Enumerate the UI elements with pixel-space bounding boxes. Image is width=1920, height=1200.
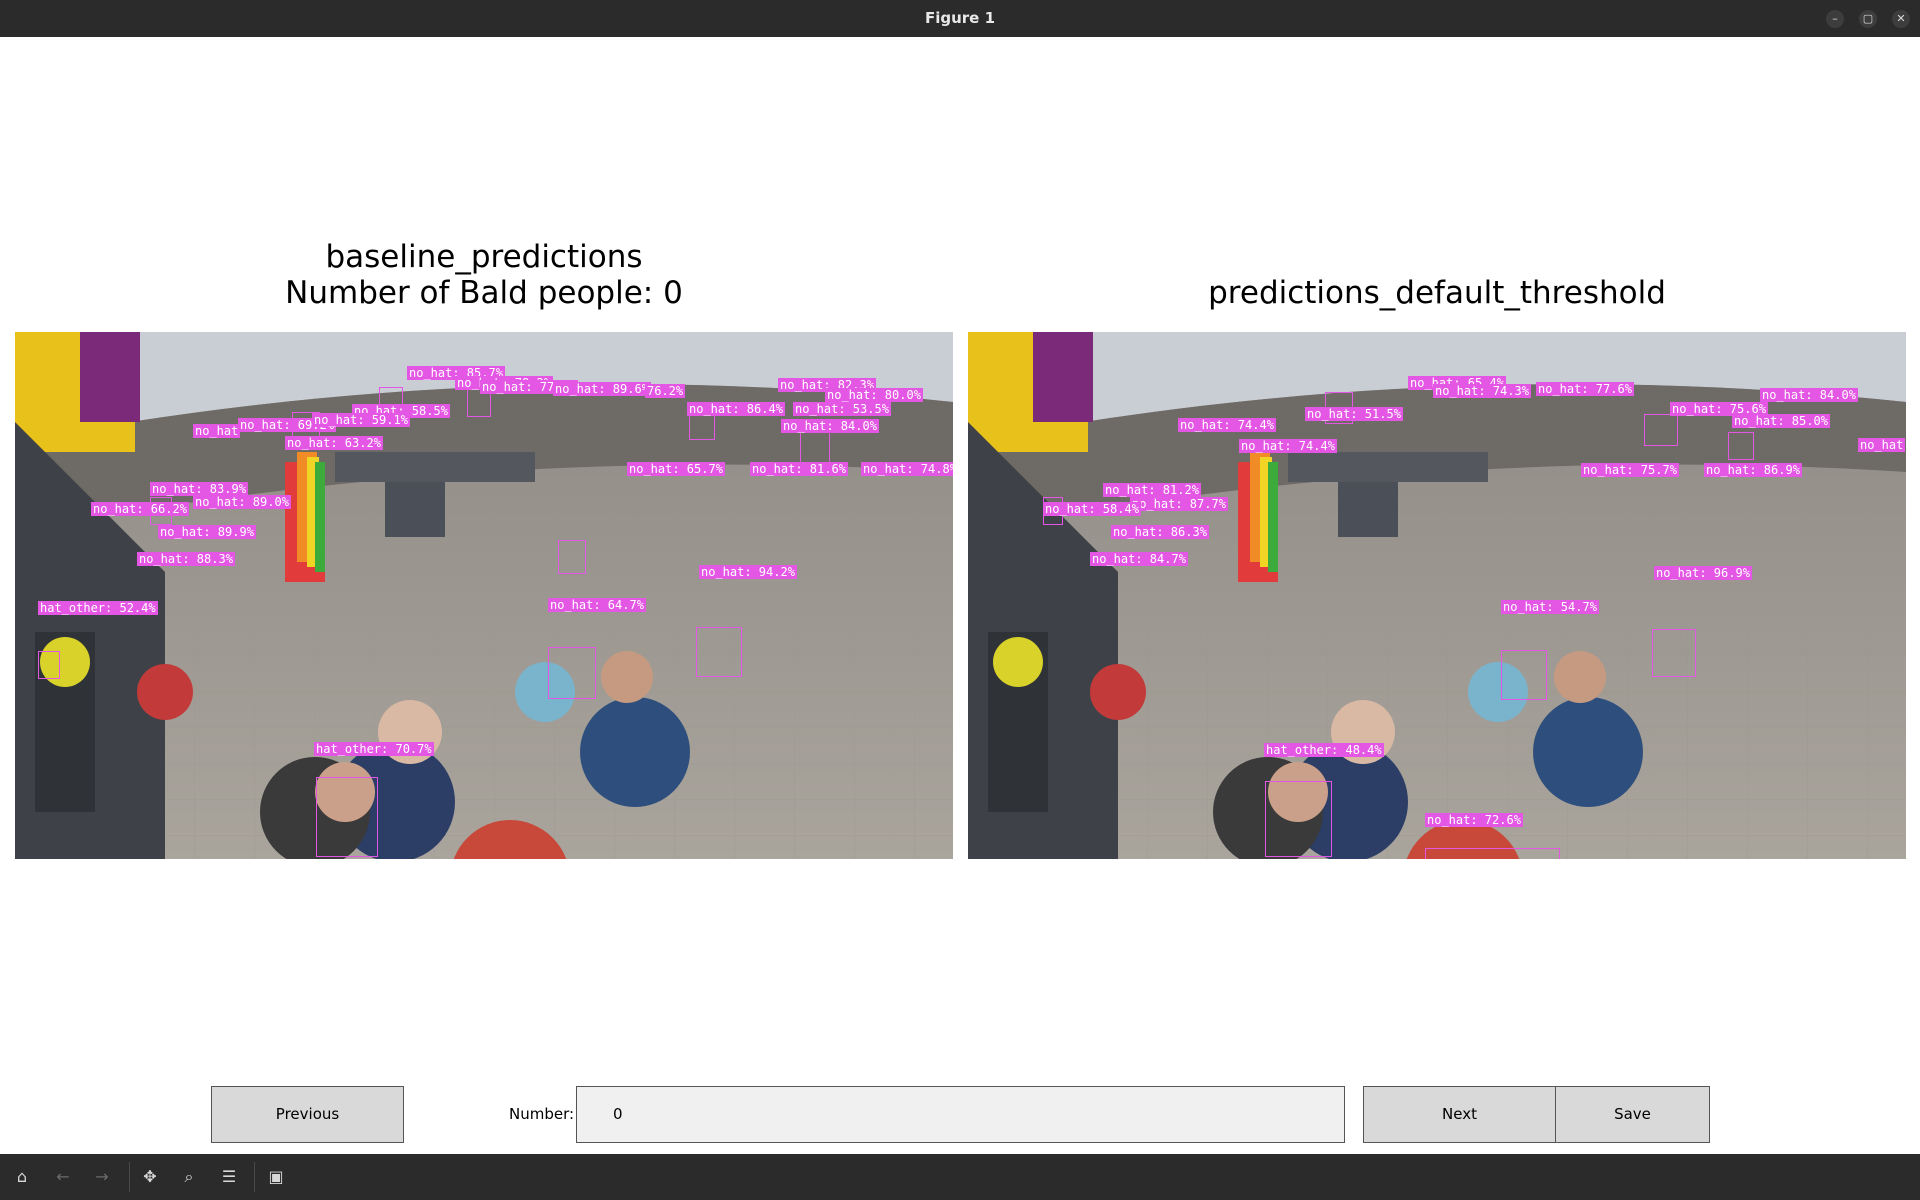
right-detection-label: no_hat: 96.9% (1654, 566, 1752, 580)
number-input[interactable]: 0 (576, 1086, 1345, 1143)
right-detection-label: no_hat: 85.0% (1732, 414, 1830, 428)
left-detection-box (558, 540, 586, 574)
configure-subplots-icon[interactable]: ☰ (218, 1166, 240, 1188)
right-detection-label: no_hat (1858, 438, 1906, 452)
right-detection-box (1501, 650, 1547, 700)
left-detection-box (800, 432, 830, 464)
left-detection-box (696, 627, 742, 677)
right-detection-box (1644, 414, 1678, 446)
right-detection-label: no_hat: 84.0% (1760, 388, 1858, 402)
right-detection-label: no_hat: 74.3% (1433, 384, 1531, 398)
left-detection-label: no_hat (193, 424, 241, 438)
right-detection-box (1728, 432, 1754, 460)
left-detection-label: no_hat: 89.9% (158, 525, 256, 539)
right-title: predictions_default_threshold (1208, 275, 1666, 311)
right-detection-label: no_hat: 51.5% (1305, 407, 1403, 421)
left-detection-label: no_hat: 64.7% (548, 598, 646, 612)
number-input-value: 0 (613, 1105, 623, 1123)
toolbar-separator (254, 1162, 255, 1192)
right-detection-label: no_hat: 74.4% (1178, 418, 1276, 432)
right-detection-label: no_hat: 74.4% (1239, 439, 1337, 453)
right-detection-label: no_hat: 81.2% (1103, 483, 1201, 497)
left-detection-label: no_hat: 53.5% (793, 402, 891, 416)
left-detection-box (316, 777, 378, 857)
right-image-panel: no_hat: 65.4% no_hat: 74.3% no_hat: 77.6… (968, 332, 1906, 859)
back-icon[interactable]: ← (52, 1166, 74, 1188)
left-detection-label: no_hat: 66.2% (91, 502, 189, 516)
maximize-button[interactable]: ▢ (1859, 10, 1877, 28)
left-detection-label: no_hat: 74.8% (861, 462, 953, 476)
window-title: Figure 1 (924, 9, 996, 27)
forward-icon[interactable]: → (91, 1166, 113, 1188)
left-detection-label: no_hat: 63.2% (285, 436, 383, 450)
right-detection-box (1265, 781, 1332, 857)
left-detection-label: no_hat: 80.0% (825, 388, 923, 402)
left-detection-label: no_hat: 59.1% (312, 413, 410, 427)
right-detection-label: no_hat: 58.4% (1043, 502, 1141, 516)
right-detection-label: no_hat: 86.9% (1704, 463, 1802, 477)
left-title-line1: baseline_predictions (325, 239, 643, 275)
right-detection-label: hat_other: 48.4% (1264, 743, 1384, 757)
zoom-icon[interactable]: ⌕ (178, 1166, 200, 1188)
right-detection-label: no_hat: 75.7% (1581, 463, 1679, 477)
left-detection-label: no_hat: 94.2% (699, 565, 797, 579)
left-detection-label: no_hat: 65.7% (627, 462, 725, 476)
left-title: baseline_predictions Number of Bald peop… (15, 239, 953, 311)
left-detection-label: 76.2% (645, 384, 686, 398)
right-detection-label: no_hat: 72.6% (1425, 813, 1523, 827)
right-detection-box (1652, 629, 1696, 677)
left-detection-box (38, 651, 60, 679)
left-detection-label: no_hat: 88.3% (137, 552, 235, 566)
left-detection-label: no_hat: 83.9% (150, 482, 248, 496)
left-detection-box (548, 647, 596, 699)
left-detection-label: no_hat: 86.4% (687, 402, 785, 416)
figure-canvas: baseline_predictions Number of Bald peop… (0, 37, 1920, 1154)
window-titlebar: Figure 1 – ▢ ✕ (0, 0, 1920, 37)
navigation-toolbar: ⌂ ← → ✥ ⌕ ☰ ▣ (0, 1154, 1920, 1200)
left-image-panel: no_hat: 85.7% no_hat: 78.2% no_hat: 77.7… (15, 332, 953, 859)
left-detection-label: no_hat: 84.0% (781, 419, 879, 433)
next-button[interactable]: Next (1363, 1086, 1556, 1143)
right-detection-box (1425, 848, 1560, 859)
right-detection-label: no_hat: 86.3% (1111, 525, 1209, 539)
left-detection-label: hat_other: 70.7% (314, 742, 434, 756)
toolbar-separator (129, 1162, 130, 1192)
left-detection-label: no_hat: 89.0% (193, 495, 291, 509)
right-detection-label: no_hat: 77.6% (1536, 382, 1634, 396)
home-icon[interactable]: ⌂ (11, 1166, 33, 1188)
left-detection-label: hat_other: 52.4% (38, 601, 158, 615)
left-detection-box (689, 412, 715, 440)
left-detection-label: no_hat: 81.6% (750, 462, 848, 476)
left-title-line2: Number of Bald people: 0 (285, 275, 683, 311)
previous-button[interactable]: Previous (211, 1086, 404, 1143)
right-detection-label: no_hat: 54.7% (1501, 600, 1599, 614)
right-detection-label: no_hat: 84.7% (1090, 552, 1188, 566)
pan-icon[interactable]: ✥ (139, 1166, 161, 1188)
close-button[interactable]: ✕ (1892, 10, 1910, 28)
right-detection-label: no_hat: 87.7% (1130, 497, 1228, 511)
minimize-button[interactable]: – (1826, 10, 1844, 28)
left-detection-label: no_hat: 89.6% (553, 382, 651, 396)
save-button[interactable]: Save (1555, 1086, 1710, 1143)
save-figure-icon[interactable]: ▣ (265, 1166, 287, 1188)
number-label: Number: (509, 1105, 575, 1123)
